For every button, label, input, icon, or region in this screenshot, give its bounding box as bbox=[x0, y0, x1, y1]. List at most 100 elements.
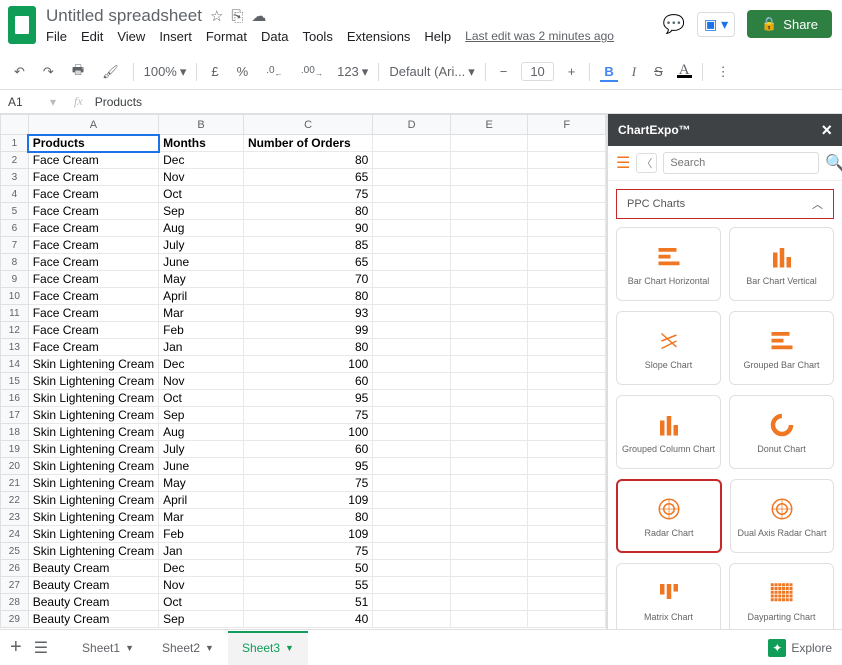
row-header[interactable]: 15 bbox=[1, 373, 29, 390]
row-header[interactable]: 18 bbox=[1, 424, 29, 441]
row-header[interactable]: 27 bbox=[1, 577, 29, 594]
row-header[interactable]: 16 bbox=[1, 390, 29, 407]
cell[interactable] bbox=[373, 407, 451, 424]
cell[interactable]: Mar bbox=[159, 305, 244, 322]
cell[interactable]: June bbox=[159, 458, 244, 475]
sheet-tab[interactable]: Sheet2 ▼ bbox=[148, 631, 228, 665]
share-button[interactable]: 🔒 Share bbox=[747, 10, 832, 38]
category-header[interactable]: PPC Charts︿ bbox=[616, 189, 834, 219]
row-header[interactable]: 28 bbox=[1, 594, 29, 611]
cell[interactable] bbox=[528, 305, 606, 322]
cell[interactable] bbox=[373, 543, 451, 560]
cell[interactable]: Face Cream bbox=[28, 271, 158, 288]
cell[interactable] bbox=[373, 305, 451, 322]
chart-card[interactable]: Donut Chart bbox=[729, 395, 834, 469]
cell[interactable]: Beauty Cream bbox=[28, 611, 158, 628]
bold-button[interactable]: B bbox=[600, 62, 617, 82]
cell[interactable]: Face Cream bbox=[28, 203, 158, 220]
cell[interactable]: 109 bbox=[243, 526, 372, 543]
cell[interactable]: 55 bbox=[243, 577, 372, 594]
cell[interactable] bbox=[450, 424, 528, 441]
cell[interactable] bbox=[528, 373, 606, 390]
cell[interactable]: Skin Lightening Cream bbox=[28, 492, 158, 509]
cell[interactable]: 100 bbox=[243, 424, 372, 441]
cell[interactable]: 75 bbox=[243, 543, 372, 560]
cell[interactable]: 75 bbox=[243, 186, 372, 203]
cell[interactable]: 100 bbox=[243, 356, 372, 373]
cell[interactable] bbox=[528, 237, 606, 254]
cell[interactable]: Nov bbox=[159, 577, 244, 594]
cell[interactable] bbox=[528, 288, 606, 305]
cell[interactable] bbox=[528, 594, 606, 611]
font-dec-button[interactable]: − bbox=[496, 62, 512, 81]
strike-button[interactable]: S bbox=[650, 62, 667, 81]
cell[interactable]: April bbox=[159, 288, 244, 305]
print-icon[interactable]: 🖶 bbox=[68, 59, 88, 85]
cell[interactable]: Dec bbox=[159, 152, 244, 169]
row-header[interactable]: 4 bbox=[1, 186, 29, 203]
cell[interactable] bbox=[373, 237, 451, 254]
cell[interactable]: 60 bbox=[243, 441, 372, 458]
menu-insert[interactable]: Insert bbox=[159, 29, 192, 44]
row-header[interactable]: 5 bbox=[1, 203, 29, 220]
cell[interactable]: Aug bbox=[159, 424, 244, 441]
row-header[interactable]: 24 bbox=[1, 526, 29, 543]
chart-card[interactable]: Radar Chart bbox=[616, 479, 722, 553]
all-sheets-icon[interactable]: ☰ bbox=[34, 638, 48, 658]
cell[interactable]: Skin Lightening Cream bbox=[28, 373, 158, 390]
font-inc-button[interactable]: + bbox=[564, 62, 580, 81]
cell[interactable] bbox=[450, 152, 528, 169]
row-header[interactable]: 2 bbox=[1, 152, 29, 169]
chart-card[interactable]: Grouped Bar Chart bbox=[729, 311, 834, 385]
cell[interactable] bbox=[450, 577, 528, 594]
cell[interactable] bbox=[450, 594, 528, 611]
cell[interactable] bbox=[373, 560, 451, 577]
cell[interactable]: 75 bbox=[243, 475, 372, 492]
cell[interactable] bbox=[450, 169, 528, 186]
row-header[interactable]: 19 bbox=[1, 441, 29, 458]
chart-card[interactable]: Slope Chart bbox=[616, 311, 721, 385]
cell[interactable] bbox=[528, 577, 606, 594]
cell[interactable]: 93 bbox=[243, 305, 372, 322]
cell[interactable] bbox=[373, 356, 451, 373]
add-sheet-button[interactable]: + bbox=[10, 636, 22, 659]
cell[interactable]: Skin Lightening Cream bbox=[28, 356, 158, 373]
cell[interactable] bbox=[528, 186, 606, 203]
cell[interactable] bbox=[373, 322, 451, 339]
cell[interactable] bbox=[528, 254, 606, 271]
cell[interactable]: May bbox=[159, 271, 244, 288]
cell[interactable]: Nov bbox=[159, 373, 244, 390]
font-size[interactable]: 10 bbox=[521, 62, 553, 81]
cell[interactable]: Products bbox=[28, 135, 158, 152]
row-header[interactable]: 22 bbox=[1, 492, 29, 509]
cell[interactable]: 60 bbox=[243, 373, 372, 390]
cell[interactable]: Face Cream bbox=[28, 220, 158, 237]
col-header[interactable]: F bbox=[528, 115, 606, 135]
cell[interactable]: Feb bbox=[159, 526, 244, 543]
cell[interactable]: Months bbox=[159, 135, 244, 152]
percent-button[interactable]: % bbox=[233, 62, 253, 81]
back-icon[interactable]: 〈 bbox=[636, 153, 657, 173]
comments-icon[interactable]: 💬 bbox=[663, 14, 685, 35]
chart-card[interactable]: Dual Axis Radar Chart bbox=[730, 479, 834, 553]
cell[interactable]: Skin Lightening Cream bbox=[28, 390, 158, 407]
cell[interactable] bbox=[373, 577, 451, 594]
cell[interactable]: Skin Lightening Cream bbox=[28, 509, 158, 526]
col-header[interactable]: A bbox=[28, 115, 158, 135]
cell[interactable]: Nov bbox=[159, 169, 244, 186]
cell[interactable]: Face Cream bbox=[28, 288, 158, 305]
cell[interactable]: Number of Orders bbox=[243, 135, 372, 152]
row-header[interactable]: 10 bbox=[1, 288, 29, 305]
cell[interactable] bbox=[528, 543, 606, 560]
cell[interactable]: 80 bbox=[243, 339, 372, 356]
cell[interactable] bbox=[450, 407, 528, 424]
star-icon[interactable]: ☆ bbox=[210, 7, 223, 25]
cell[interactable] bbox=[373, 390, 451, 407]
cell[interactable]: Skin Lightening Cream bbox=[28, 475, 158, 492]
cell[interactable] bbox=[528, 475, 606, 492]
row-header[interactable]: 17 bbox=[1, 407, 29, 424]
menu-extensions[interactable]: Extensions bbox=[347, 29, 411, 44]
cell[interactable]: 95 bbox=[243, 458, 372, 475]
row-header[interactable]: 12 bbox=[1, 322, 29, 339]
cell[interactable] bbox=[528, 424, 606, 441]
